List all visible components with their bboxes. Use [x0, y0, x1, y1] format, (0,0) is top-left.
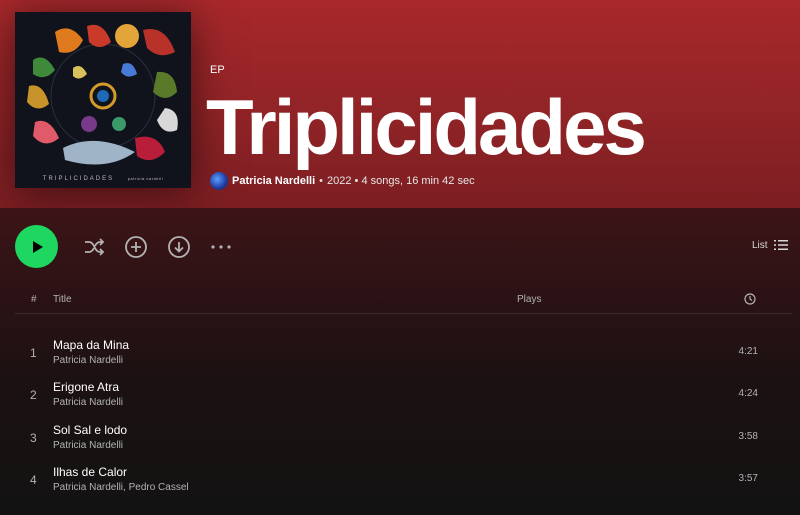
- list-view-icon: [773, 240, 788, 250]
- add-circle-icon[interactable]: [124, 235, 148, 259]
- tracklist-section: List # Title Plays 1 Mapa da Mina Patric…: [0, 208, 800, 515]
- track-duration: 3:57: [738, 473, 758, 484]
- artist-link[interactable]: Patricia Nardelli: [232, 175, 315, 187]
- cover-artist-text: patricia nardelli: [127, 176, 164, 181]
- view-toggle-label: List: [752, 239, 768, 251]
- track-number: 2: [30, 388, 37, 402]
- album-cover[interactable]: TRIPLICIDADES patricia nardelli: [15, 12, 191, 188]
- track-artist[interactable]: Patricia Nardelli: [53, 440, 123, 451]
- table-row[interactable]: 4 Ilhas de Calor Patricia Nardelli, Pedr…: [0, 460, 800, 502]
- view-toggle[interactable]: List: [752, 239, 788, 251]
- play-button[interactable]: [15, 225, 58, 268]
- column-number: #: [31, 294, 37, 305]
- album-header: TRIPLICIDADES patricia nardelli EP Tripl…: [0, 0, 800, 208]
- table-row[interactable]: 2 Erigone Atra Patricia Nardelli 4:24: [0, 375, 800, 417]
- track-title[interactable]: Erigone Atra: [53, 380, 119, 394]
- download-icon[interactable]: [167, 235, 191, 259]
- track-duration: 4:24: [738, 388, 758, 399]
- column-title: Title: [53, 294, 72, 305]
- artist-avatar[interactable]: [210, 172, 228, 190]
- column-plays: Plays: [517, 294, 542, 305]
- shuffle-icon[interactable]: [82, 235, 106, 259]
- track-duration: 4:21: [738, 346, 758, 357]
- album-details: 2022 • 4 songs, 16 min 42 sec: [327, 175, 475, 187]
- track-title[interactable]: Mapa da Mina: [53, 338, 129, 352]
- track-artist[interactable]: Patricia Nardelli: [53, 397, 123, 408]
- track-artist[interactable]: Patricia Nardelli: [53, 355, 123, 366]
- play-icon: [32, 240, 43, 253]
- header-divider: [15, 313, 792, 314]
- track-title[interactable]: Sol Sal e lodo: [53, 423, 127, 437]
- cover-title-text: TRIPLICIDADES: [42, 176, 115, 182]
- meta-separator: •: [319, 175, 324, 187]
- track-number: 3: [30, 431, 37, 445]
- track-duration: 3:58: [738, 431, 758, 442]
- cover-artwork-icon: [15, 12, 191, 188]
- clock-icon: [744, 293, 756, 305]
- track-artist[interactable]: Patricia Nardelli, Pedro Cassel: [53, 482, 189, 493]
- track-number: 1: [30, 346, 37, 360]
- more-options-icon[interactable]: [209, 235, 233, 259]
- table-row[interactable]: 1 Mapa da Mina Patricia Nardelli 4:21: [0, 333, 800, 375]
- track-title[interactable]: Ilhas de Calor: [53, 465, 127, 479]
- track-number: 4: [30, 473, 37, 487]
- page-title: Triplicidades: [206, 83, 647, 171]
- album-meta: Patricia Nardelli • 2022 • 4 songs, 16 m…: [210, 172, 610, 190]
- album-type: EP: [210, 64, 225, 76]
- table-row[interactable]: 3 Sol Sal e lodo Patricia Nardelli 3:58: [0, 418, 800, 460]
